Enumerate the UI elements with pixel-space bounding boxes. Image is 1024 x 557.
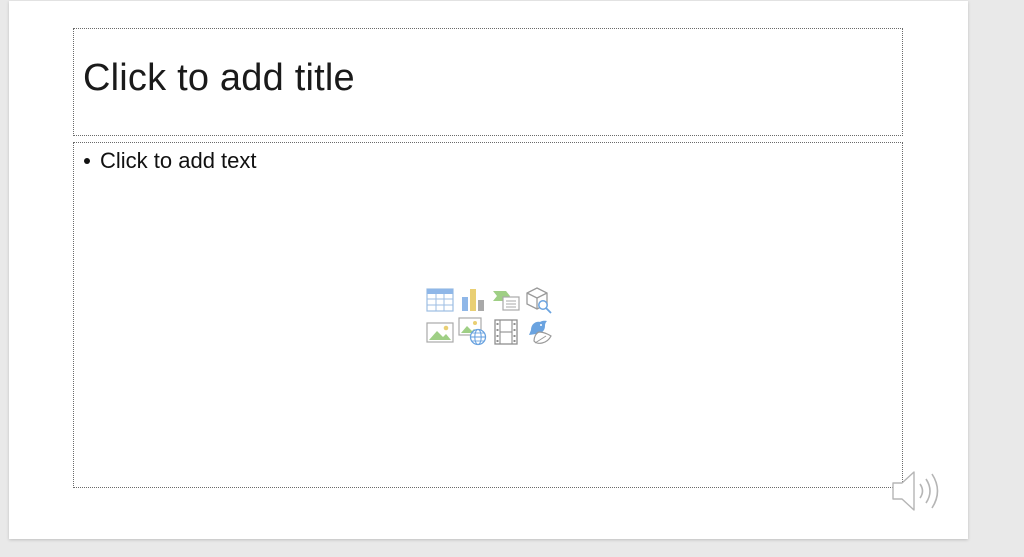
insert-picture-icon[interactable] <box>423 316 456 348</box>
insert-icons-icon[interactable] <box>522 316 555 348</box>
insert-content-icons <box>423 284 555 348</box>
insert-video-icon[interactable] <box>489 316 522 348</box>
slide[interactable]: Click to add title Click to add text <box>9 1 968 539</box>
bullet-dot <box>84 158 90 164</box>
bullet-item: Click to add text <box>82 148 257 174</box>
title-placeholder[interactable]: Click to add title <box>73 28 903 136</box>
content-placeholder-text: Click to add text <box>100 148 257 173</box>
insert-table-icon[interactable] <box>423 284 456 316</box>
insert-smartart-icon[interactable] <box>489 284 522 316</box>
content-placeholder[interactable]: Click to add text <box>73 142 903 488</box>
speaker-icon[interactable] <box>890 467 948 515</box>
insert-3d-model-icon[interactable] <box>522 284 555 316</box>
insert-online-picture-icon[interactable] <box>456 316 489 348</box>
title-placeholder-text: Click to add title <box>83 57 355 99</box>
insert-chart-icon[interactable] <box>456 284 489 316</box>
